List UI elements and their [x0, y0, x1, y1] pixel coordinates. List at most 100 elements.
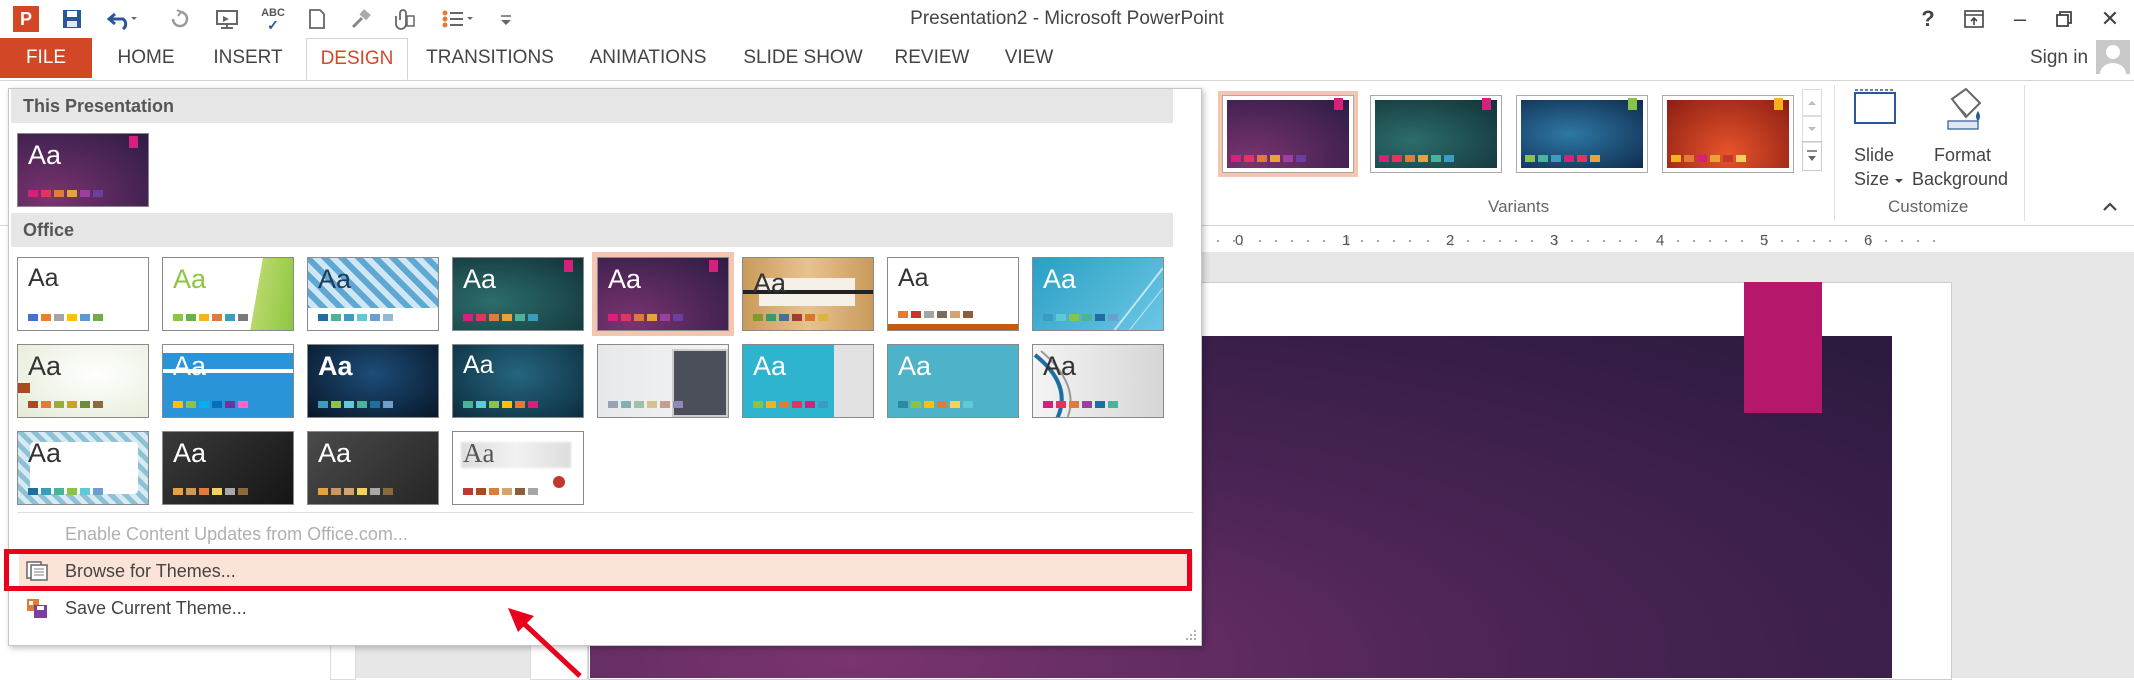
format-background-label-2: Background: [1912, 169, 2009, 189]
theme-circuit[interactable]: Aa: [307, 344, 439, 418]
variants-more-button[interactable]: [1802, 141, 1822, 171]
variant-2[interactable]: [1370, 95, 1502, 173]
group-divider: [1834, 85, 1835, 221]
annotation-arrow-icon: [508, 608, 582, 678]
format-background-label-1: Format: [1934, 145, 1992, 165]
save-theme-icon: [27, 599, 47, 618]
theme-sample-text: Aa: [318, 264, 352, 294]
tab-file[interactable]: FILE: [0, 38, 92, 78]
theme-basis[interactable]: Aa: [742, 344, 874, 418]
variant-1[interactable]: [1218, 91, 1358, 177]
format-background-icon: [1947, 87, 1982, 130]
theme-dividend[interactable]: Aa: [452, 344, 584, 418]
ribbon-display-options-icon[interactable]: [1954, 2, 1994, 36]
theme-current[interactable]: Aa: [17, 133, 149, 207]
theme-celestial[interactable]: Aa: [17, 431, 149, 505]
theme-sample-text: Aa: [28, 351, 62, 381]
theme-dark-1[interactable]: Aa: [162, 431, 294, 505]
theme-ion-boardroom[interactable]: Aa: [452, 257, 584, 331]
theme-ion-selected[interactable]: Aa: [592, 252, 734, 336]
theme-facet[interactable]: Aa: [162, 257, 294, 331]
avatar[interactable]: [2096, 40, 2130, 74]
theme-sample-text: Aa: [463, 264, 497, 294]
horizontal-ruler: 0 1 2 3 4 5 6: [1202, 230, 1948, 253]
variants-scroll-up[interactable]: [1802, 89, 1822, 117]
theme-office[interactable]: Aa: [17, 257, 149, 331]
format-background-button[interactable]: Format Background: [1908, 83, 2014, 191]
chevron-down-icon: [1895, 179, 1903, 183]
tab-home[interactable]: HOME: [104, 38, 188, 78]
theme-sample-text: Aa: [608, 264, 642, 294]
theme-sample-text: Aa: [28, 140, 62, 170]
theme-integral[interactable]: Aa: [307, 257, 439, 331]
theme-sample-text: Aa: [318, 351, 353, 381]
theme-sample-text: Aa: [28, 438, 62, 468]
ruler-label: 0: [1235, 232, 1244, 249]
ruler-ticks: [1217, 236, 1935, 246]
ruler-label: 6: [1864, 232, 1873, 249]
close-button[interactable]: ✕: [2090, 2, 2130, 36]
section-office: Office: [11, 213, 1173, 247]
ruler-label: 4: [1656, 232, 1665, 249]
customize-group-label: Customize: [1888, 197, 1969, 216]
ruler-label: 5: [1760, 232, 1769, 249]
tab-design[interactable]: DESIGN: [306, 38, 408, 80]
tab-slide-show[interactable]: SLIDE SHOW: [738, 38, 868, 78]
enable-content-updates-item: Enable Content Updates from Office.com..…: [65, 524, 408, 544]
tab-insert[interactable]: INSERT: [200, 38, 296, 78]
theme-sample-text: Aa: [173, 351, 207, 381]
menu-divider: [17, 512, 1193, 513]
theme-sample-text: Aa: [463, 438, 495, 468]
theme-sample-text: Aa: [28, 264, 59, 292]
theme-sample-text: Aa: [173, 264, 207, 294]
variant-4[interactable]: [1662, 95, 1794, 173]
theme-sample-text: Aa: [1043, 264, 1077, 294]
theme-banded[interactable]: Aa: [162, 344, 294, 418]
theme-mesh[interactable]: Aa: [887, 344, 1019, 418]
save-current-theme-label: Save Current Theme...: [65, 598, 247, 618]
ruler-label: 1: [1342, 232, 1351, 249]
theme-wisp[interactable]: Aa: [17, 344, 149, 418]
slide-size-icon: [1854, 89, 1896, 124]
save-current-theme-item[interactable]: Save Current Theme...: [19, 591, 1193, 625]
slide-accent-shape[interactable]: [1744, 282, 1822, 413]
theme-retrospect[interactable]: Aa: [887, 257, 1019, 331]
resize-grip-icon[interactable]: [1185, 629, 1197, 641]
section-this-presentation: This Presentation: [11, 89, 1173, 123]
variants-group-label: Variants: [1488, 197, 1550, 216]
tab-review[interactable]: REVIEW: [890, 38, 974, 78]
tab-transitions[interactable]: TRANSITIONS: [418, 38, 562, 78]
slide-size-button[interactable]: Slide Size: [1846, 83, 1906, 191]
window-title: Presentation2 - Microsoft PowerPoint: [910, 8, 1224, 29]
ruler-label: 3: [1550, 232, 1559, 249]
theme-sample-text: Aa: [898, 351, 932, 381]
theme-sample-text: Aa: [1043, 351, 1077, 381]
theme-sample-text: Aa: [898, 264, 929, 292]
help-icon[interactable]: ?: [1908, 2, 1948, 36]
annotation-highlight-box: [4, 549, 1192, 591]
group-divider: [2024, 85, 2025, 221]
theme-sample-text: Aa: [753, 351, 787, 381]
variant-3[interactable]: [1516, 95, 1648, 173]
theme-sample-text: Aa: [753, 268, 787, 298]
title-bar: P ABC ✓ Presentation2 - Microsoft PowerP…: [0, 0, 2134, 38]
theme-frame[interactable]: [597, 344, 729, 418]
ruler-label: 2: [1446, 232, 1455, 249]
slide-size-label-1: Slide: [1854, 145, 1895, 165]
slide-size-label-2: Size: [1854, 169, 1890, 189]
theme-dark-2[interactable]: Aa: [307, 431, 439, 505]
minimize-button[interactable]: –: [2000, 2, 2040, 36]
restore-button[interactable]: [2044, 2, 2084, 36]
theme-organic[interactable]: Aa: [742, 257, 874, 331]
theme-slice[interactable]: Aa: [1032, 257, 1164, 331]
theme-sample-text: Aa: [173, 438, 207, 468]
variants-scroll-down[interactable]: [1802, 115, 1822, 143]
theme-sample-text: Aa: [463, 351, 494, 379]
tab-view[interactable]: VIEW: [996, 38, 1062, 78]
ribbon-tabs: FILE HOME INSERT DESIGN TRANSITIONS ANIM…: [0, 38, 2134, 80]
collapse-ribbon-icon[interactable]: [2102, 201, 2118, 213]
theme-parallax[interactable]: Aa: [1032, 344, 1164, 418]
tab-animations[interactable]: ANIMATIONS: [578, 38, 718, 78]
theme-vapor[interactable]: Aa: [452, 431, 584, 505]
sign-in-link[interactable]: Sign in: [2024, 38, 2094, 78]
